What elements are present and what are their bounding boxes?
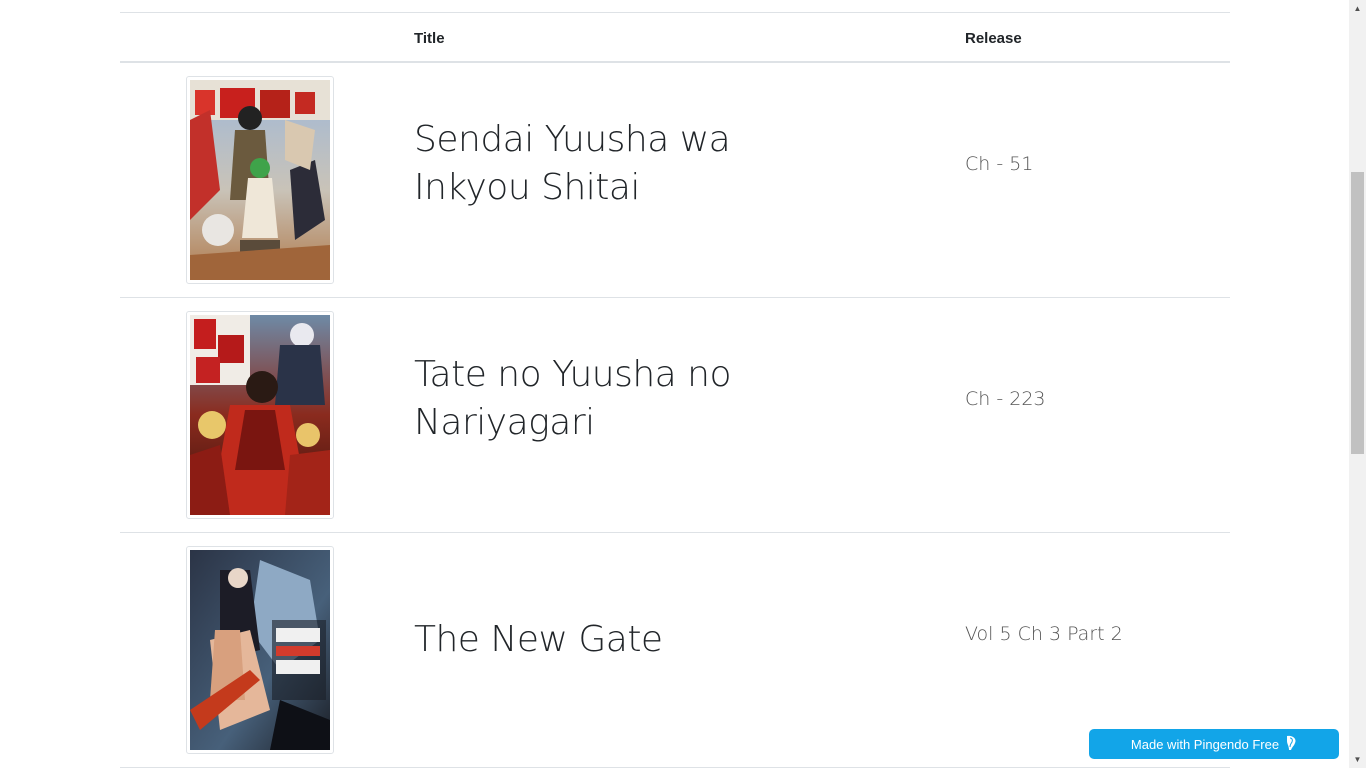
scrollbar-thumb[interactable] (1351, 172, 1364, 454)
cover-art (190, 550, 330, 750)
row-release: Ch - 51 (965, 153, 1034, 175)
cover-art (190, 80, 330, 280)
row-title[interactable]: The New Gate (414, 616, 774, 664)
scroll-up-arrow-icon[interactable]: ▲ (1349, 0, 1366, 17)
scroll-down-arrow-icon[interactable]: ▼ (1349, 751, 1366, 768)
releases-table: Title Release Sendai Yuusha wa Inkyou Sh… (120, 12, 1230, 768)
pingendo-badge[interactable]: Made with Pingendo Free (1089, 729, 1339, 759)
vertical-scrollbar[interactable]: ▲ ▼ (1349, 0, 1366, 768)
table-row: The New Gate Vol 5 Ch 3 Part 2 (120, 533, 1230, 768)
row-release: Vol 5 Ch 3 Part 2 (965, 623, 1123, 645)
cover-image[interactable] (186, 76, 334, 284)
row-title[interactable]: Tate no Yuusha no Nariyagari (414, 351, 774, 447)
cover-art (190, 315, 330, 515)
pingendo-logo-icon (1285, 735, 1297, 754)
table-header: Title Release (120, 13, 1230, 63)
cover-image[interactable] (186, 546, 334, 754)
row-release: Ch - 223 (965, 388, 1046, 410)
table-row: Sendai Yuusha wa Inkyou Shitai Ch - 51 (120, 63, 1230, 298)
column-header-release: Release (965, 30, 1022, 47)
pingendo-badge-label: Made with Pingendo Free (1130, 736, 1280, 752)
column-header-title: Title (414, 30, 445, 47)
row-title[interactable]: Sendai Yuusha wa Inkyou Shitai (414, 116, 774, 212)
page: Title Release Sendai Yuusha wa Inkyou Sh… (0, 0, 1349, 768)
cover-image[interactable] (186, 311, 334, 519)
table-row: Tate no Yuusha no Nariyagari Ch - 223 (120, 298, 1230, 533)
